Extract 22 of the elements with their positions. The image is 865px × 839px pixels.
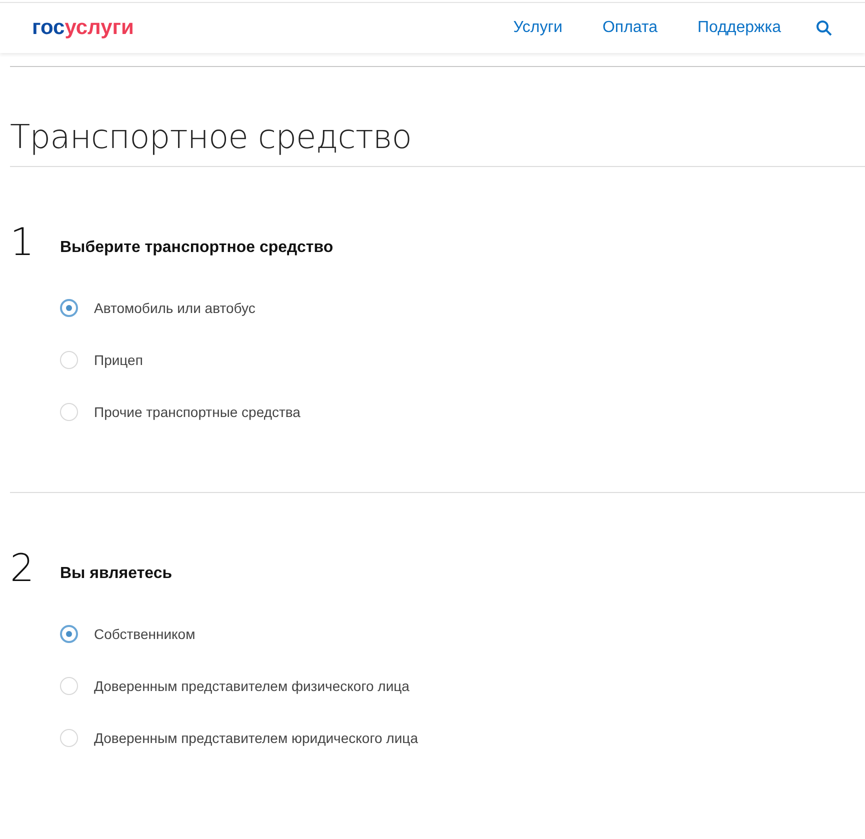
search-icon[interactable] (816, 20, 832, 36)
option-label[interactable]: Автомобиль или автобус (94, 300, 256, 316)
radio-button[interactable] (60, 676, 78, 694)
option-label[interactable]: Прочие транспортные средства (94, 404, 300, 420)
option-label[interactable]: Собственником (94, 626, 196, 642)
option-label[interactable]: Доверенным представителем физического лица (94, 678, 410, 694)
radio-button[interactable] (60, 350, 78, 368)
step-number: 2 (9, 549, 36, 587)
radio-button[interactable] (60, 728, 78, 746)
nav-link[interactable]: Поддержка (698, 19, 781, 37)
option-label[interactable]: Доверенным представителем юридического лица (94, 730, 418, 746)
radio-button[interactable] (60, 298, 78, 316)
option-label[interactable]: Прицеп (94, 352, 143, 368)
radio-button[interactable] (60, 624, 78, 642)
section-heading: Вы являетесь (60, 565, 172, 584)
logo[interactable]: госуслуги (32, 16, 134, 40)
nav-link[interactable]: Оплата (602, 19, 658, 37)
step-number: 1 (9, 223, 36, 261)
nav-link[interactable]: Услуги (513, 19, 562, 37)
section-heading: Выберите транспортное средство (60, 239, 334, 258)
page-title: Транспортное средство (9, 116, 412, 158)
radio-button[interactable] (60, 402, 78, 420)
